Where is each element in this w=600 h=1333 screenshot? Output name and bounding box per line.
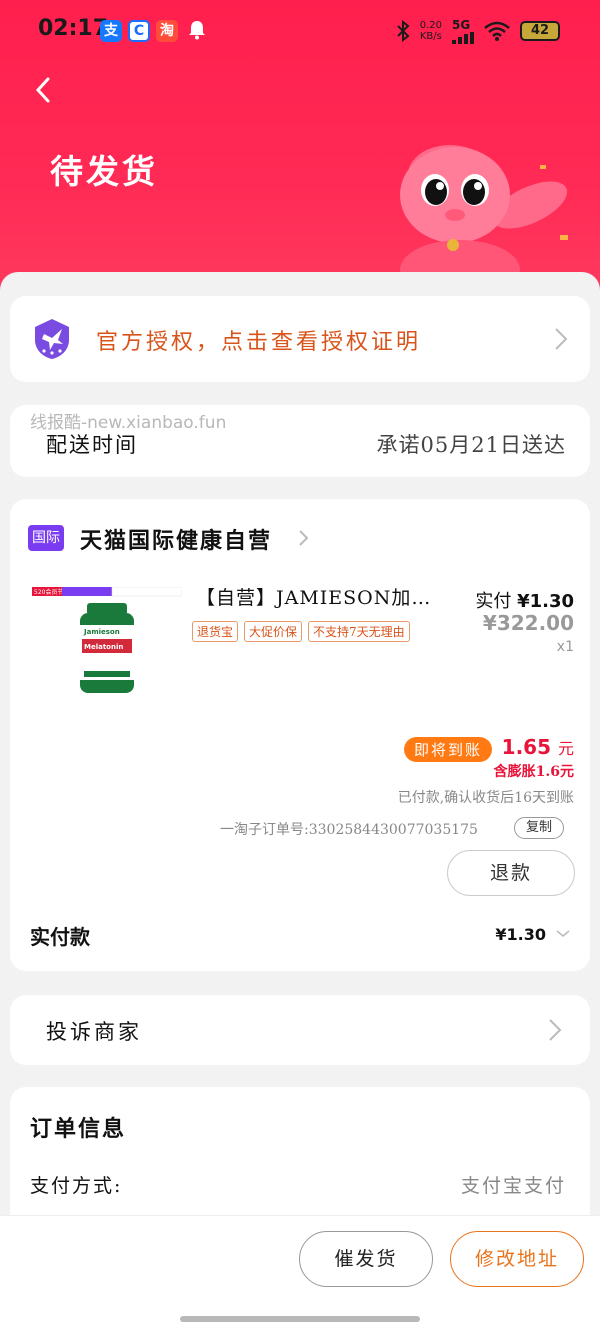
chevron-down-icon[interactable]	[556, 929, 570, 939]
product-tag: 大促价保	[244, 621, 303, 642]
auth-banner[interactable]: 官方授权，点击查看授权证明	[10, 296, 590, 382]
change-address-button[interactable]: 修改地址	[450, 1231, 584, 1287]
paid-price: 实付 ¥1.30	[475, 591, 574, 612]
bluetooth-icon	[397, 20, 410, 42]
urge-shipment-button[interactable]: 催发货	[299, 1231, 433, 1287]
status-time: 02:17	[38, 16, 109, 41]
inflate-note: 含膨胀1.6元	[493, 764, 574, 780]
refund-button[interactable]: 退款	[447, 850, 575, 896]
product-title[interactable]: 【自营】JAMIESON加…	[196, 583, 431, 610]
order-card: 国际 天猫国际健康自营 520会员节 Jamieson Melatonin 【自…	[10, 499, 590, 971]
back-icon[interactable]	[30, 75, 58, 105]
bell-icon	[186, 20, 208, 42]
product-banner-text: 520会员节	[34, 588, 63, 596]
product-tag: 不支持7天无理由	[308, 621, 410, 642]
page-title: 待发货	[50, 152, 158, 191]
product-brand-text: Jamieson	[83, 628, 120, 636]
settle-note: 已付款,确认收货后16天到账	[397, 790, 574, 806]
home-indicator[interactable]	[180, 1316, 420, 1322]
tmall-app-icon: 淘	[156, 20, 178, 42]
delivery-label: 配送时间	[46, 433, 138, 457]
paid-total-label: 实付款	[30, 925, 90, 949]
shop-name[interactable]: 天猫国际健康自营	[80, 523, 272, 555]
arrival-amount: 1.65 元	[501, 735, 574, 759]
shop-badge: 国际	[28, 525, 64, 551]
product-tag: 退货宝	[192, 621, 239, 642]
auth-banner-text: 官方授权，点击查看授权证明	[96, 330, 422, 355]
quantity: x1	[556, 639, 574, 655]
cellular-icon: 5G	[452, 18, 474, 44]
chevron-right-icon	[555, 328, 568, 350]
watermark: 线报酷-new.xianbao.fun	[30, 413, 227, 433]
battery-icon: 42	[520, 21, 560, 41]
bottom-action-bar: 催发货 修改地址	[0, 1215, 600, 1333]
product-tags: 退货宝 大促价保 不支持7天无理由	[192, 621, 410, 642]
payment-method-value: 支付宝支付	[460, 1175, 566, 1197]
product-image[interactable]: 520会员节 Jamieson Melatonin	[32, 587, 182, 707]
copy-button[interactable]: 复制	[514, 817, 564, 839]
complain-label: 投诉商家	[46, 1020, 142, 1044]
wifi-icon	[484, 21, 510, 41]
payment-method-label: 支付方式:	[30, 1175, 123, 1197]
delivery-value: 承诺05月21日送达	[376, 433, 566, 457]
product-name-text: Melatonin	[84, 643, 123, 651]
chevron-right-icon	[549, 1019, 562, 1041]
auth-shield-icon	[35, 319, 69, 359]
order-number: 一淘子订单号:3302584430077035175	[220, 822, 478, 838]
order-info-title: 订单信息	[30, 1116, 127, 1142]
status-right: 0.20 KB/s 5G 42	[396, 18, 560, 44]
status-bar: 02:17 支 C 淘 0.20 KB/s 5G 42	[0, 0, 600, 60]
complain-card[interactable]: 投诉商家	[10, 995, 590, 1065]
shop-chevron-icon[interactable]	[298, 529, 310, 547]
paid-total-amount[interactable]: ¥1.30	[495, 925, 546, 944]
circle-app-icon: C	[128, 20, 150, 42]
network-speed: 0.20 KB/s	[419, 20, 442, 42]
alipay-icon: 支	[100, 20, 122, 42]
arrival-badge: 即将到账	[404, 737, 493, 762]
header: 02:17 支 C 淘 0.20 KB/s 5G 42 待发货	[0, 0, 600, 300]
original-price: ¥322.00	[482, 611, 574, 635]
